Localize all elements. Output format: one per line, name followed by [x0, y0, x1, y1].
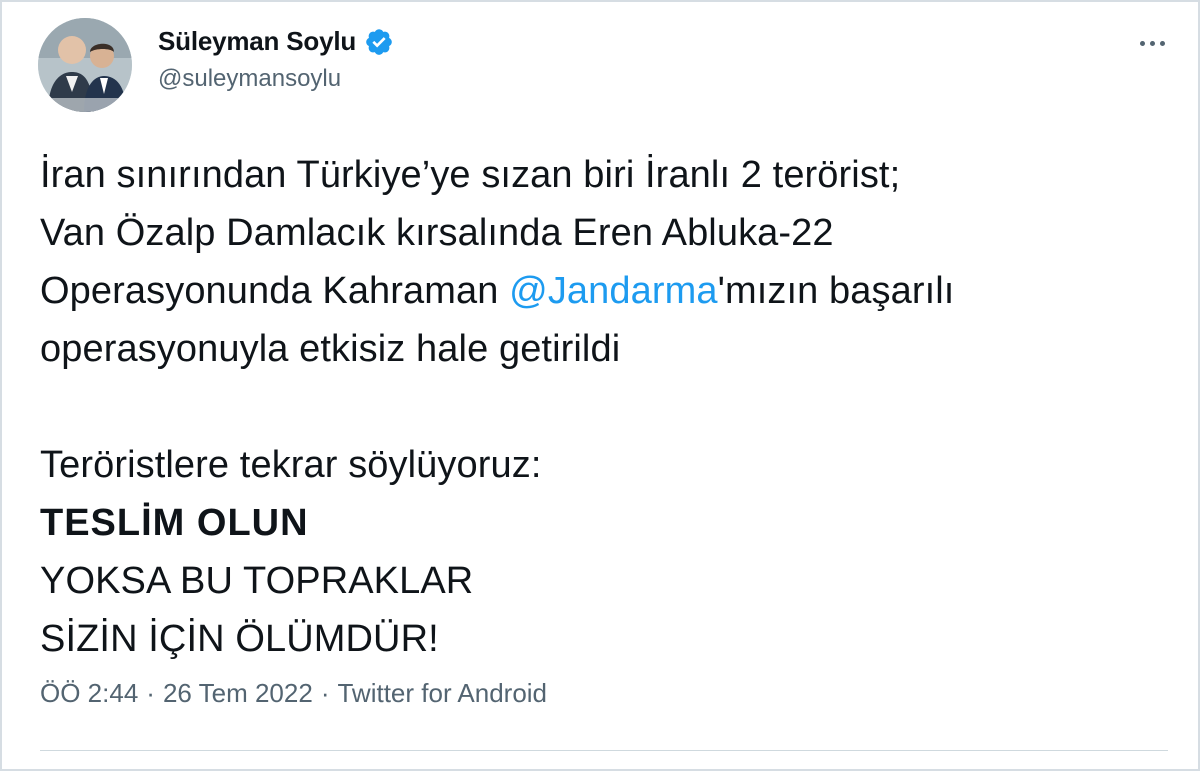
mention-link[interactable]: @Jandarma [509, 270, 717, 312]
display-name-row: Süleyman Soylu [158, 26, 394, 57]
more-options-button[interactable] [1130, 28, 1174, 58]
avatar[interactable] [38, 18, 132, 112]
divider [40, 750, 1168, 751]
tweet-line: Van Özalp Damlacık kırsalında Eren Abluk… [40, 212, 834, 254]
tweet-card: Süleyman Soylu @suleymansoylu İran sınır… [0, 0, 1200, 771]
meta-separator: · [320, 678, 330, 708]
tweet-line: SİZİN İÇİN ÖLÜMDÜR! [40, 618, 439, 660]
verified-badge-icon [364, 27, 394, 57]
tweet-text-segment: 'mızın başarılı [717, 270, 955, 312]
tweet-line: Teröristlere tekrar söylüyoruz: [40, 444, 542, 486]
tweet-date[interactable]: 26 Tem 2022 [163, 678, 313, 708]
more-options-icon-dot [1149, 40, 1155, 46]
tweet-source-link[interactable]: Twitter for Android [337, 678, 547, 708]
tweet-time[interactable]: ÖÖ 2:44 [40, 678, 138, 708]
tweet-text: İran sınırından Türkiye’ye sızan biri İr… [40, 146, 1168, 668]
tweet-line: operasyonuyla etkisiz hale getirildi [40, 328, 621, 370]
tweet-line: YOKSA BU TOPRAKLAR [40, 560, 474, 602]
tweet-text-segment: Operasyonunda Kahraman [40, 270, 510, 312]
tweet-line-bold: TESLİM OLUN [40, 502, 309, 544]
more-options-icon-dot [1159, 40, 1165, 46]
profile-photo-icon [38, 18, 132, 112]
tweet-header: Süleyman Soylu @suleymansoylu [38, 18, 1178, 114]
author-display-name[interactable]: Süleyman Soylu [158, 26, 356, 57]
more-options-icon [1139, 40, 1145, 46]
author-handle[interactable]: @suleymansoylu [158, 65, 394, 93]
tweet-line: İran sınırından Türkiye’ye sızan biri İr… [40, 154, 901, 196]
tweet-line: Operasyonunda Kahraman @Jandarma'mızın b… [40, 262, 1168, 320]
author-names: Süleyman Soylu @suleymansoylu [158, 26, 394, 93]
meta-separator: · [146, 678, 155, 708]
tweet-metadata: ÖÖ 2:44 · 26 Tem 2022 · Twitter for Android [40, 678, 547, 709]
paragraph-break [40, 378, 1168, 436]
